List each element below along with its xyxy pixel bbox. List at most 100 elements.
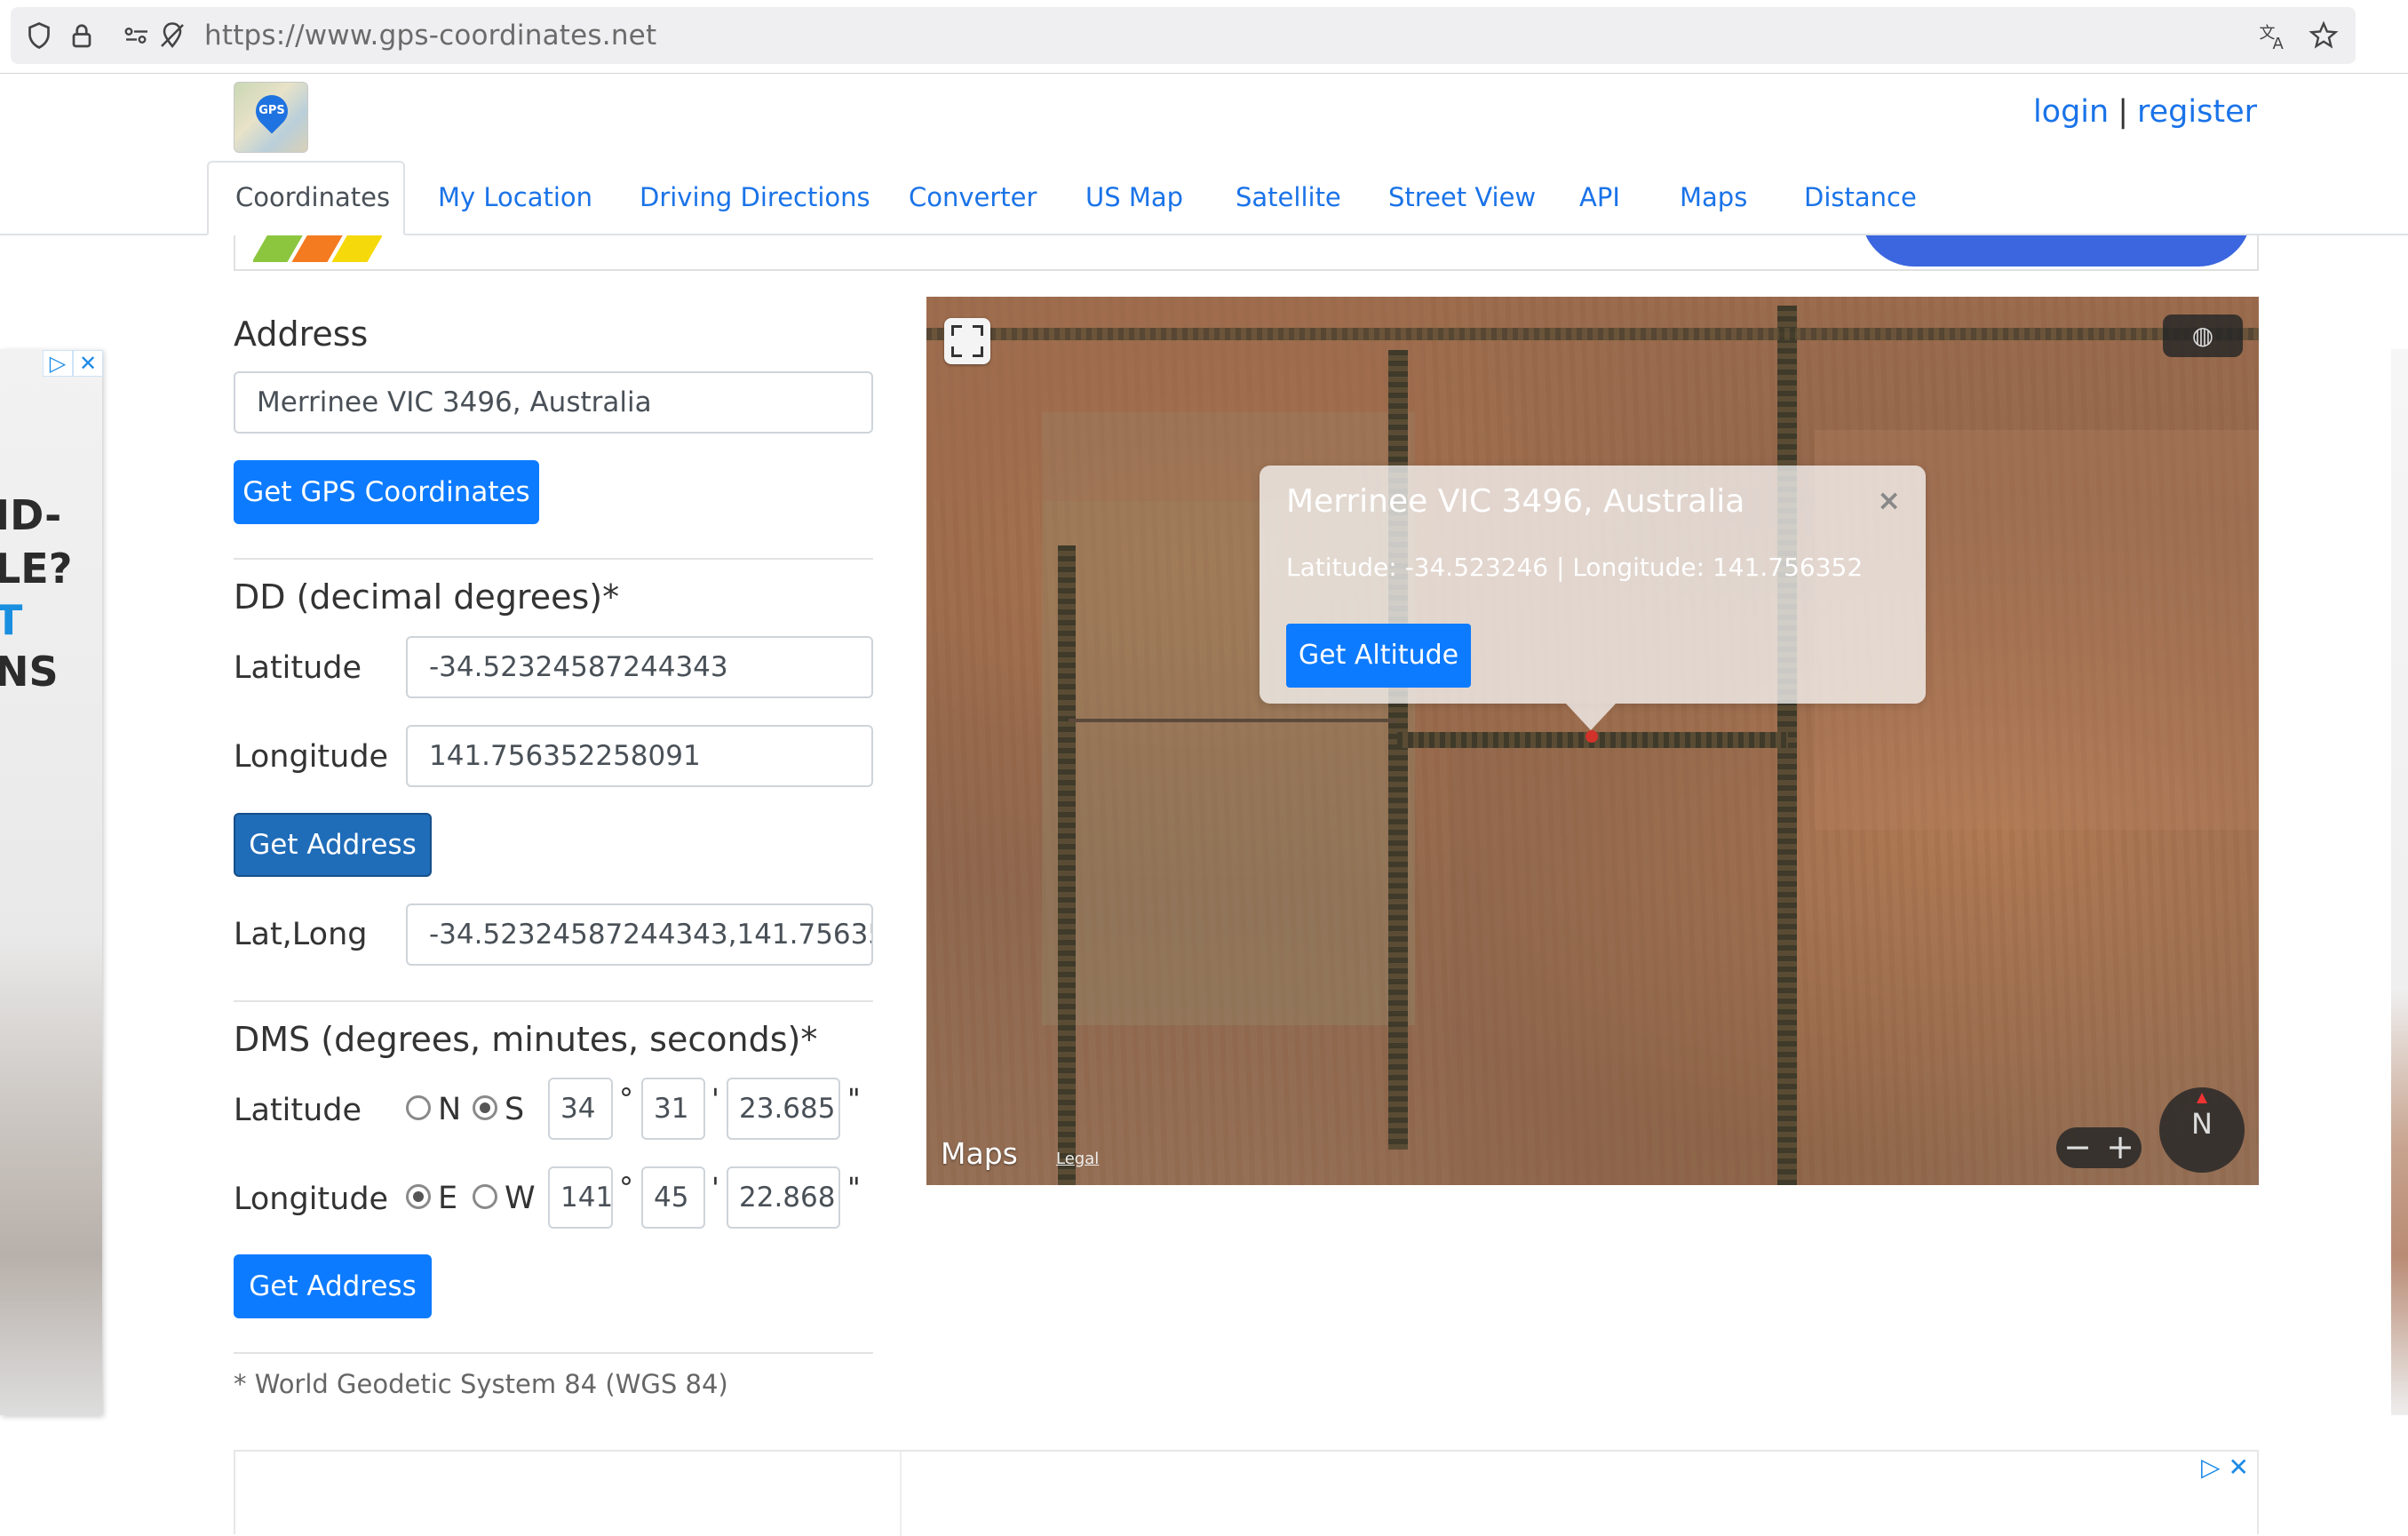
left-side-ad[interactable]: ID- LE? T NS (0, 349, 102, 1415)
tab-converter[interactable]: Converter (909, 182, 1037, 212)
map-paddock (1450, 741, 1788, 1185)
radio-north[interactable] (406, 1095, 431, 1120)
dms-longitude-label: Longitude (234, 1182, 389, 1217)
ad-logo (253, 235, 382, 262)
lng-minutes-input[interactable]: 45 (641, 1166, 705, 1229)
location-marker[interactable] (1585, 730, 1598, 743)
ad-text-line: NS (0, 648, 59, 696)
lat-minutes-input[interactable]: 31 (641, 1078, 705, 1140)
radio-north-label: N (438, 1092, 462, 1127)
radio-south-label: S (505, 1092, 525, 1127)
browser-toolbar: https://www.gps-coordinates.net 文 A (0, 0, 2408, 73)
ad-button[interactable] (1861, 235, 2252, 267)
latlong-label: Lat,Long (234, 917, 368, 952)
dd-heading: DD (decimal degrees)* (234, 577, 620, 617)
tab-driving-directions[interactable]: Driving Directions (640, 182, 870, 212)
ad-text-line: ID- (0, 491, 62, 539)
get-altitude-button[interactable]: Get Altitude (1286, 624, 1471, 688)
toolbar-divider (0, 73, 2408, 74)
minute-symbol: ' (711, 1082, 719, 1116)
legal-link[interactable]: Legal (1056, 1150, 1099, 1168)
radio-east[interactable] (406, 1184, 431, 1209)
url-text[interactable]: https://www.gps-coordinates.net (204, 18, 656, 53)
minute-symbol: ' (711, 1171, 719, 1205)
zoom-out-button[interactable]: − (2056, 1127, 2099, 1166)
second-symbol: " (847, 1082, 861, 1116)
lng-seconds-input[interactable]: 22.868 (727, 1166, 840, 1229)
location-popup: Merrinee VIC 3496, Australia × Latitude:… (1260, 466, 1926, 730)
tab-maps[interactable]: Maps (1680, 182, 1747, 212)
address-heading: Address (234, 314, 369, 354)
bottom-banner-ad[interactable] (234, 1450, 2259, 1536)
dd-latitude-label: Latitude (234, 650, 362, 686)
translate-icon[interactable]: 文 A (2258, 20, 2290, 52)
maps-brand-text: Maps (941, 1136, 1018, 1171)
bottom-ad-controls[interactable]: ▷ ✕ (2201, 1452, 2249, 1482)
svg-text:A: A (2273, 35, 2285, 52)
dd-get-address-button[interactable]: Get Address (234, 813, 432, 877)
radio-east-label: E (438, 1181, 458, 1216)
tab-distance[interactable]: Distance (1804, 182, 1917, 212)
tab-us-map[interactable]: US Map (1085, 182, 1183, 212)
lat-degrees-input[interactable]: 34 (548, 1078, 613, 1140)
radio-west-label: W (505, 1181, 536, 1216)
tracking-protection-icon[interactable] (156, 20, 188, 52)
permissions-icon[interactable] (121, 20, 153, 52)
address-bar[interactable]: https://www.gps-coordinates.net 文 A (11, 7, 2356, 64)
wgs84-footnote: * World Geodetic System 84 (WGS 84) (234, 1369, 728, 1399)
apple-maps-logo: Maps (941, 1136, 1018, 1171)
lng-degrees-input[interactable]: 141 (548, 1166, 613, 1229)
radio-west[interactable] (473, 1184, 497, 1209)
ad-text-line: LE? (0, 545, 73, 593)
fullscreen-icon[interactable] (944, 318, 990, 364)
globe-icon[interactable]: ◍ (2163, 314, 2243, 357)
tab-coordinates[interactable]: Coordinates (235, 182, 390, 212)
tab-satellite[interactable]: Satellite (1236, 182, 1341, 212)
map-road (926, 328, 2259, 340)
tab-api[interactable]: API (1579, 182, 1620, 212)
right-side-ad[interactable] (2391, 349, 2408, 1415)
compass-label: N (2191, 1107, 2213, 1141)
address-input[interactable]: Merrinee VIC 3496, Australia (234, 371, 873, 434)
compass-icon[interactable]: N (2159, 1087, 2245, 1173)
radio-south[interactable] (473, 1095, 497, 1120)
lock-icon[interactable] (66, 20, 98, 52)
logo-text: GPS (258, 104, 285, 117)
bookmark-star-icon[interactable] (2308, 20, 2340, 52)
tab-my-location[interactable]: My Location (438, 182, 592, 212)
ad-divider (900, 1452, 902, 1536)
section-divider (234, 1352, 873, 1354)
tab-street-view[interactable]: Street View (1388, 182, 1536, 212)
dms-latitude-label: Latitude (234, 1093, 362, 1128)
map-tree-line (1058, 545, 1076, 1185)
zoom-in-button[interactable]: + (2099, 1127, 2142, 1166)
ad-close-icon[interactable]: ✕ (73, 350, 103, 377)
register-link[interactable]: register (2137, 94, 2257, 130)
dd-longitude-label: Longitude (234, 739, 389, 775)
satellite-map[interactable]: ◍ Merrinee VIC 3496, Australia × Latitud… (926, 297, 2259, 1185)
adchoices-icon[interactable]: ▷ (2201, 1452, 2221, 1482)
second-symbol: " (847, 1171, 861, 1205)
popup-title: Merrinee VIC 3496, Australia (1286, 483, 1745, 520)
dms-heading: DMS (degrees, minutes, seconds)* (234, 1020, 818, 1059)
adchoices-icon[interactable]: ▷ (43, 350, 73, 377)
shield-icon[interactable] (23, 20, 55, 52)
popup-coordinates: Latitude: -34.523246 | Longitude: 141.75… (1286, 553, 1864, 582)
map-track (1069, 719, 1397, 722)
section-divider (234, 1000, 873, 1002)
degree-symbol: ° (619, 1082, 633, 1116)
popup-close-icon[interactable]: × (1877, 483, 1901, 517)
dms-get-address-button[interactable]: Get Address (234, 1254, 432, 1318)
degree-symbol: ° (619, 1171, 633, 1205)
zoom-control: − + (2056, 1127, 2142, 1168)
lat-seconds-input[interactable]: 23.685 (727, 1078, 840, 1140)
latlong-input[interactable]: -34.52324587244343,141.756352258091 (406, 903, 873, 966)
login-link[interactable]: login (2033, 94, 2109, 130)
dd-longitude-input[interactable]: 141.756352258091 (406, 725, 873, 787)
get-gps-coordinates-button[interactable]: Get GPS Coordinates (234, 460, 539, 524)
dd-latitude-input[interactable]: -34.52324587244343 (406, 636, 873, 698)
ad-close-icon[interactable]: ✕ (2228, 1452, 2248, 1482)
section-divider (234, 558, 873, 560)
compass-north-arrow (2197, 1093, 2207, 1103)
site-logo[interactable]: GPS (234, 82, 308, 153)
